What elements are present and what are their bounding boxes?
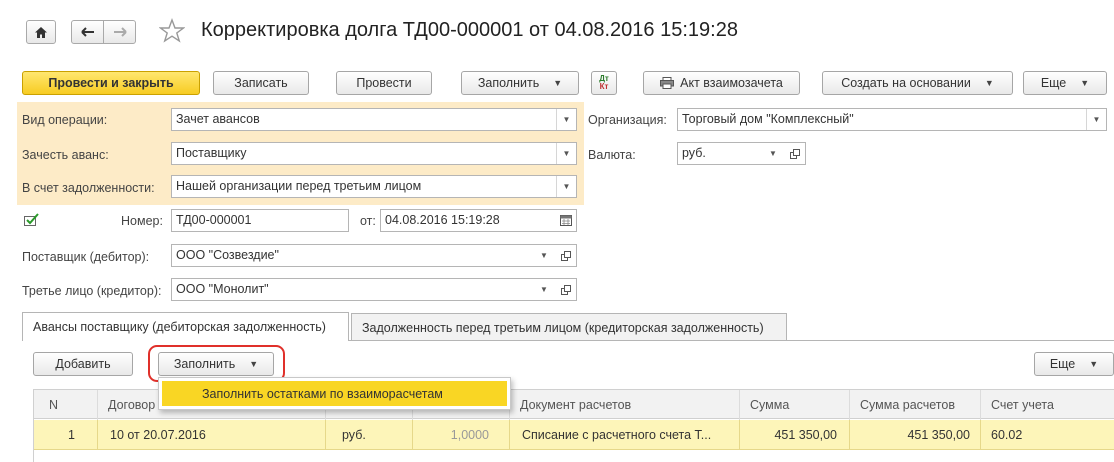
posted-status-icon [24,213,40,230]
column-header-amount[interactable]: Сумма [740,390,850,420]
operation-type-label: Вид операции: [22,113,108,127]
table-row[interactable]: 1 10 от 20.07.2016 руб. 1,0000 Списание … [33,420,1114,450]
number-label: Номер: [121,214,163,228]
chevron-down-icon[interactable]: ▼ [556,176,576,197]
home-icon [35,26,47,38]
cell-settlement-amount[interactable]: 451 350,00 [850,420,981,450]
add-row-button[interactable]: Добавить [33,352,133,376]
chevron-down-icon: ▼ [553,78,563,88]
page-title: Корректировка долга ТД00-000001 от 04.08… [201,19,738,41]
table-more-label: Еще [1049,357,1076,371]
third-party-select[interactable]: ООО "Монолит" ▼ [171,278,577,301]
cell-account[interactable]: 60.02 [981,420,1114,450]
cell-contract[interactable]: 10 от 20.07.2016 [98,420,326,450]
fill-button-label: Заполнить [477,76,540,90]
date-label: от: [360,214,376,228]
chevron-down-icon[interactable]: ▼ [534,245,554,266]
chevron-down-icon[interactable]: ▼ [1086,109,1106,130]
cell-currency[interactable]: руб. [326,420,413,450]
date-field[interactable]: 04.08.2016 15:19:28 [380,209,577,232]
debt-type-value: Нашей организации перед третьим лицом [176,179,422,193]
chevron-down-icon[interactable]: ▼ [556,143,576,164]
offset-advance-label: Зачесть аванс: [22,148,109,162]
post-button[interactable]: Провести [336,71,432,95]
currency-value: руб. [682,146,706,160]
supplier-value: ООО "Созвездие" [176,248,279,262]
offset-act-button[interactable]: Акт взаимозачета [643,71,800,95]
open-icon[interactable] [556,279,576,300]
dt-kt-button[interactable]: Дт Кт [591,71,617,95]
open-icon[interactable] [785,143,805,164]
column-header-n[interactable]: N [33,390,98,420]
organization-select[interactable]: Торговый дом "Комплексный" ▼ [677,108,1107,131]
cell-rate[interactable]: 1,0000 [413,420,510,450]
table-more-button[interactable]: Еще ▼ [1034,352,1114,376]
currency-label: Валюта: [588,148,636,162]
chevron-down-icon: ▼ [1089,359,1099,369]
save-button[interactable]: Записать [213,71,309,95]
debt-type-select[interactable]: Нашей организации перед третьим лицом ▼ [171,175,577,198]
debt-type-label: В счет задолженности: [22,181,155,195]
printer-icon [660,77,675,89]
fill-dropdown-button[interactable]: Заполнить ▼ [461,71,579,95]
calendar-icon[interactable] [556,210,576,231]
offset-act-label: Акт взаимозачета [680,76,783,90]
chevron-down-icon[interactable]: ▼ [534,279,554,300]
forward-button[interactable] [103,20,136,44]
date-value: 04.08.2016 15:19:28 [385,213,500,227]
currency-select[interactable]: руб. ▼ [677,142,806,165]
offset-advance-value: Поставщику [176,146,247,160]
organization-value: Торговый дом "Комплексный" [682,112,854,126]
operation-type-value: Зачет авансов [176,112,260,126]
more-button[interactable]: Еще ▼ [1023,71,1107,95]
post-and-close-button[interactable]: Провести и закрыть [22,71,200,95]
menu-item-fill-by-balances[interactable]: Заполнить остатками по взаиморасчетам [162,381,507,406]
create-based-label: Создать на основании [841,76,971,90]
tab-supplier-advances[interactable]: Авансы поставщику (дебиторская задолженн… [22,312,349,341]
organization-label: Организация: [588,113,667,127]
third-party-value: ООО "Монолит" [176,282,269,296]
column-header-account[interactable]: Счет учета [981,390,1114,420]
home-button[interactable] [26,20,56,44]
column-header-settlement-amount[interactable]: Сумма расчетов [850,390,981,420]
column-header-document[interactable]: Документ расчетов [510,390,740,420]
supplier-label: Поставщик (дебитор): [22,250,150,264]
fill-dropdown-menu: Заполнить остатками по взаиморасчетам [158,377,511,410]
operation-type-select[interactable]: Зачет авансов ▼ [171,108,577,131]
back-button[interactable] [71,20,104,44]
supplier-select[interactable]: ООО "Созвездие" ▼ [171,244,577,267]
chevron-down-icon: ▼ [1080,78,1090,88]
table-left-border [33,389,34,462]
number-field[interactable]: ТД00-000001 [171,209,349,232]
chevron-down-icon[interactable]: ▼ [763,143,783,164]
dt-kt-icon-bottom: Кт [599,82,609,91]
chevron-down-icon: ▼ [984,78,994,88]
cell-amount[interactable]: 451 350,00 [740,420,850,450]
third-party-label: Третье лицо (кредитор): [22,284,162,298]
create-based-on-button[interactable]: Создать на основании ▼ [822,71,1013,95]
cell-n[interactable]: 1 [33,420,98,450]
favorite-star-icon[interactable] [158,18,186,46]
arrow-left-icon [80,27,94,37]
cell-document[interactable]: Списание с расчетного счета Т... [510,420,740,450]
tab-third-party-debt[interactable]: Задолженность перед третьим лицом (креди… [351,313,787,341]
more-label: Еще [1040,76,1067,90]
open-icon[interactable] [556,245,576,266]
arrow-right-icon [113,27,127,37]
chevron-down-icon[interactable]: ▼ [556,109,576,130]
offset-advance-select[interactable]: Поставщику ▼ [171,142,577,165]
